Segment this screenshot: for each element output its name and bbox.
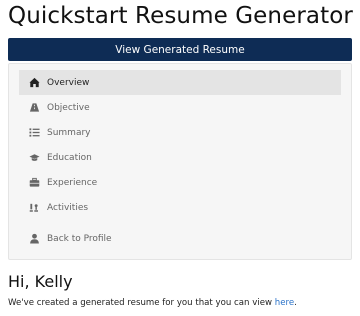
view-resume-link[interactable]: here (275, 298, 294, 308)
home-icon (29, 77, 40, 88)
sidebar-item-label: Activities (47, 202, 89, 213)
sidebar-item-objective[interactable]: Objective (19, 95, 341, 120)
resume-info-prefix: We've created a generated resume for you… (8, 298, 275, 308)
user-icon (29, 233, 40, 244)
sidebar-item-label: Back to Profile (47, 233, 112, 244)
resume-info-text: We've created a generated resume for you… (8, 298, 297, 308)
sidebar-item-summary[interactable]: Summary (19, 120, 341, 145)
sidebar-item-label: Experience (47, 177, 98, 188)
sidebar-item-label: Summary (47, 127, 91, 138)
graduation-cap-icon (29, 152, 40, 163)
sidebar-nav: Overview Objective Summary Education Exp… (8, 63, 352, 260)
resume-info-suffix: . (294, 298, 297, 308)
road-icon (29, 102, 40, 113)
sidebar-item-activities[interactable]: Activities (19, 195, 341, 220)
sidebar-item-label: Objective (47, 102, 90, 113)
page-title: Quickstart Resume Generator (8, 3, 353, 29)
sidebar-item-label: Overview (47, 77, 90, 88)
sidebar-item-back-to-profile[interactable]: Back to Profile (19, 226, 341, 251)
sidebar-item-overview[interactable]: Overview (19, 70, 341, 95)
chess-icon (29, 202, 40, 213)
sidebar-item-label: Education (47, 152, 92, 163)
briefcase-icon (29, 177, 40, 188)
sidebar-item-education[interactable]: Education (19, 145, 341, 170)
view-generated-resume-button[interactable]: View Generated Resume (8, 38, 352, 61)
list-icon (29, 127, 40, 138)
sidebar-item-experience[interactable]: Experience (19, 170, 341, 195)
greeting-heading: Hi, Kelly (8, 272, 73, 291)
